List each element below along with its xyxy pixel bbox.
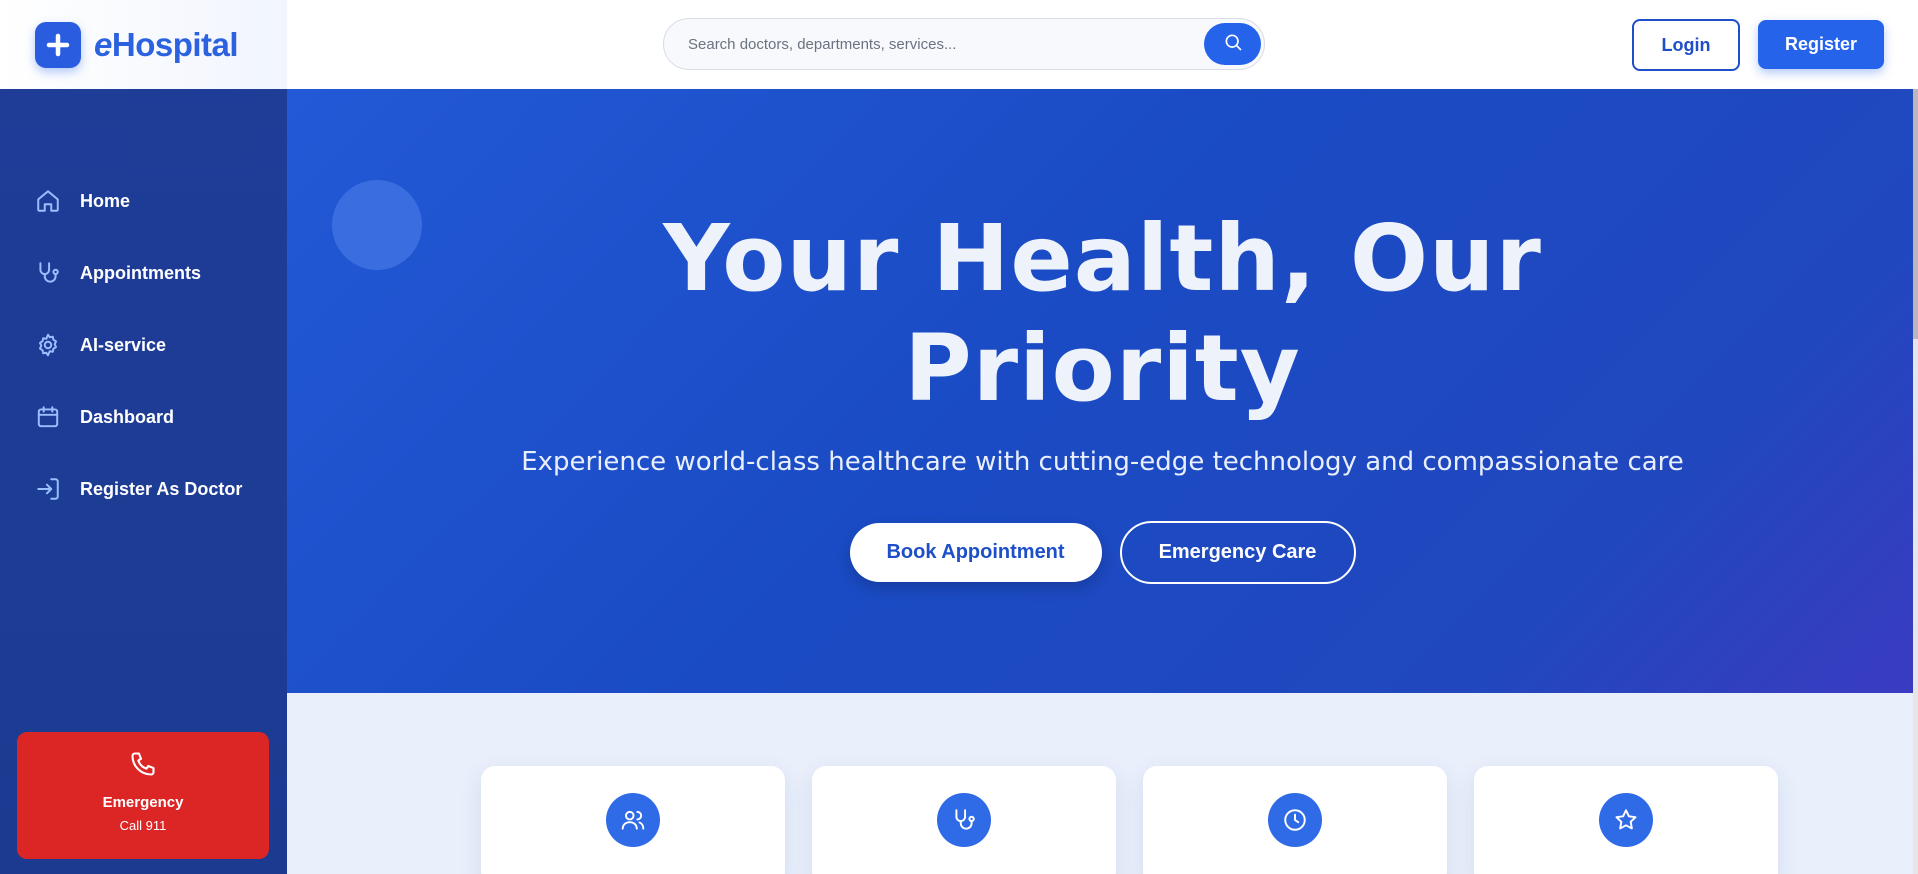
star-icon bbox=[1599, 793, 1653, 847]
stethoscope-icon bbox=[937, 793, 991, 847]
home-icon bbox=[34, 187, 62, 215]
sidebar-item-dashboard[interactable]: Dashboard bbox=[0, 381, 287, 453]
users-icon bbox=[606, 793, 660, 847]
emergency-care-button[interactable]: Emergency Care bbox=[1119, 521, 1356, 584]
scrollbar-thumb[interactable] bbox=[1913, 89, 1918, 339]
feature-card[interactable] bbox=[1143, 766, 1447, 874]
emergency-call-card[interactable]: Emergency Call 911 bbox=[17, 732, 269, 859]
clock-icon bbox=[1268, 793, 1322, 847]
plus-icon bbox=[35, 21, 81, 68]
sidebar-item-label: Home bbox=[80, 190, 131, 211]
hero-subtitle: Experience world-class healthcare with c… bbox=[521, 447, 1684, 477]
sidebar-nav: Home Appointments AI-service Dashboard R… bbox=[0, 165, 287, 525]
brand-logo[interactable]: eHospital bbox=[0, 0, 287, 89]
top-bar: Login Register bbox=[287, 0, 1918, 89]
sidebar: eHospital Home Appointments AI-service D… bbox=[0, 0, 287, 874]
emergency-phone: Call 911 bbox=[119, 818, 167, 833]
login-icon bbox=[34, 475, 62, 503]
sidebar-item-register-doctor[interactable]: Register As Doctor bbox=[0, 453, 287, 525]
hero-section: Your Health, Our Priority Experience worl… bbox=[287, 89, 1913, 693]
calendar-icon bbox=[34, 403, 62, 431]
register-button[interactable]: Register bbox=[1758, 20, 1884, 69]
search-button[interactable] bbox=[1204, 23, 1261, 65]
features-section bbox=[287, 693, 1913, 874]
hero-actions: Book Appointment Emergency Care bbox=[287, 521, 1913, 584]
stethoscope-icon bbox=[34, 259, 62, 287]
sidebar-item-appointments[interactable]: Appointments bbox=[0, 237, 287, 309]
feature-card[interactable] bbox=[812, 766, 1116, 874]
sidebar-item-label: Appointments bbox=[80, 262, 201, 283]
sidebar-item-ai-service[interactable]: AI-service bbox=[0, 309, 287, 381]
sidebar-item-label: AI-service bbox=[80, 334, 167, 355]
feature-card[interactable] bbox=[1474, 766, 1778, 874]
search-input[interactable] bbox=[688, 35, 1188, 53]
sidebar-item-label: Dashboard bbox=[80, 406, 175, 427]
book-appointment-button[interactable]: Book Appointment bbox=[849, 523, 1102, 582]
search-bar bbox=[663, 18, 1265, 70]
feature-card[interactable] bbox=[481, 766, 785, 874]
phone-icon bbox=[129, 748, 157, 780]
sidebar-item-label: Register As Doctor bbox=[80, 478, 243, 499]
emergency-title: Emergency bbox=[102, 794, 184, 811]
login-button[interactable]: Login bbox=[1632, 19, 1740, 71]
sidebar-item-home[interactable]: Home bbox=[0, 165, 287, 237]
gear-icon bbox=[34, 331, 62, 359]
brand-name: eHospital bbox=[94, 25, 239, 63]
hero-title: Your Health, Our Priority bbox=[663, 205, 1542, 422]
scrollbar[interactable] bbox=[1913, 89, 1918, 874]
search-icon bbox=[1223, 32, 1243, 57]
